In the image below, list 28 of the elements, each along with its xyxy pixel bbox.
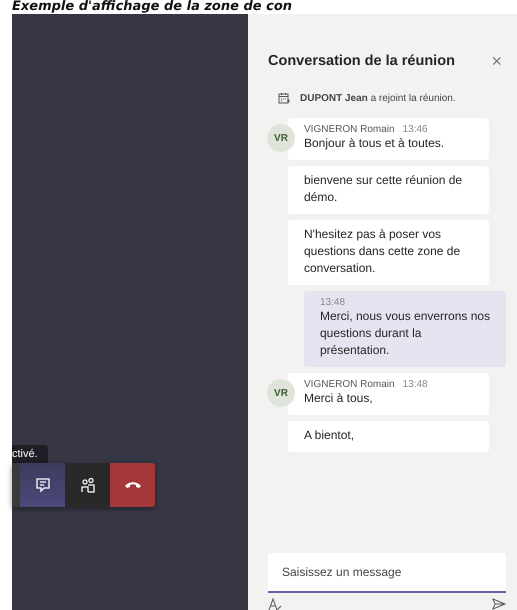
author-name: VIGNERON Romain [304,124,395,135]
calendar-icon [278,92,290,104]
message-time: 13:46 [402,124,428,135]
message-input[interactable]: Saisissez un message [268,553,506,593]
system-message: DUPONT Jean a rejoint la réunion. [300,92,456,104]
chat-icon [34,477,50,493]
avatar: VR [267,379,295,407]
people-icon [80,477,96,493]
close-button[interactable]: × [491,50,502,72]
hang-up-button[interactable] [110,463,155,507]
chat-button[interactable] [20,463,65,507]
author-name: VIGNERON Romain [304,379,395,390]
message-text: bienvene sur cette réunion de démo. [304,172,464,206]
message-time: 13:48 [320,297,346,308]
hang-up-icon [124,480,142,490]
message-text: A bientot, [304,427,356,444]
message-text: Merci à tous, [304,390,374,407]
message-time: 13:48 [402,379,428,390]
avatar: VR [267,124,295,152]
tooltip: ctivé. [12,445,48,465]
caption: Exemple d'affichage de la zone de con [12,0,292,14]
send-icon[interactable] [492,597,506,610]
message-text: Merci, nous vous enverrons nos questions durant la présentation. [320,308,492,359]
message-text: Bonjour à tous et à toutes. [304,135,446,152]
panel-title: Conversation de la réunion [268,53,455,69]
format-icon[interactable] [268,597,282,610]
participants-button[interactable] [65,463,110,507]
message-text: N'hesitez pas à poser vos questions dans cette zone de conversation. [304,226,462,277]
